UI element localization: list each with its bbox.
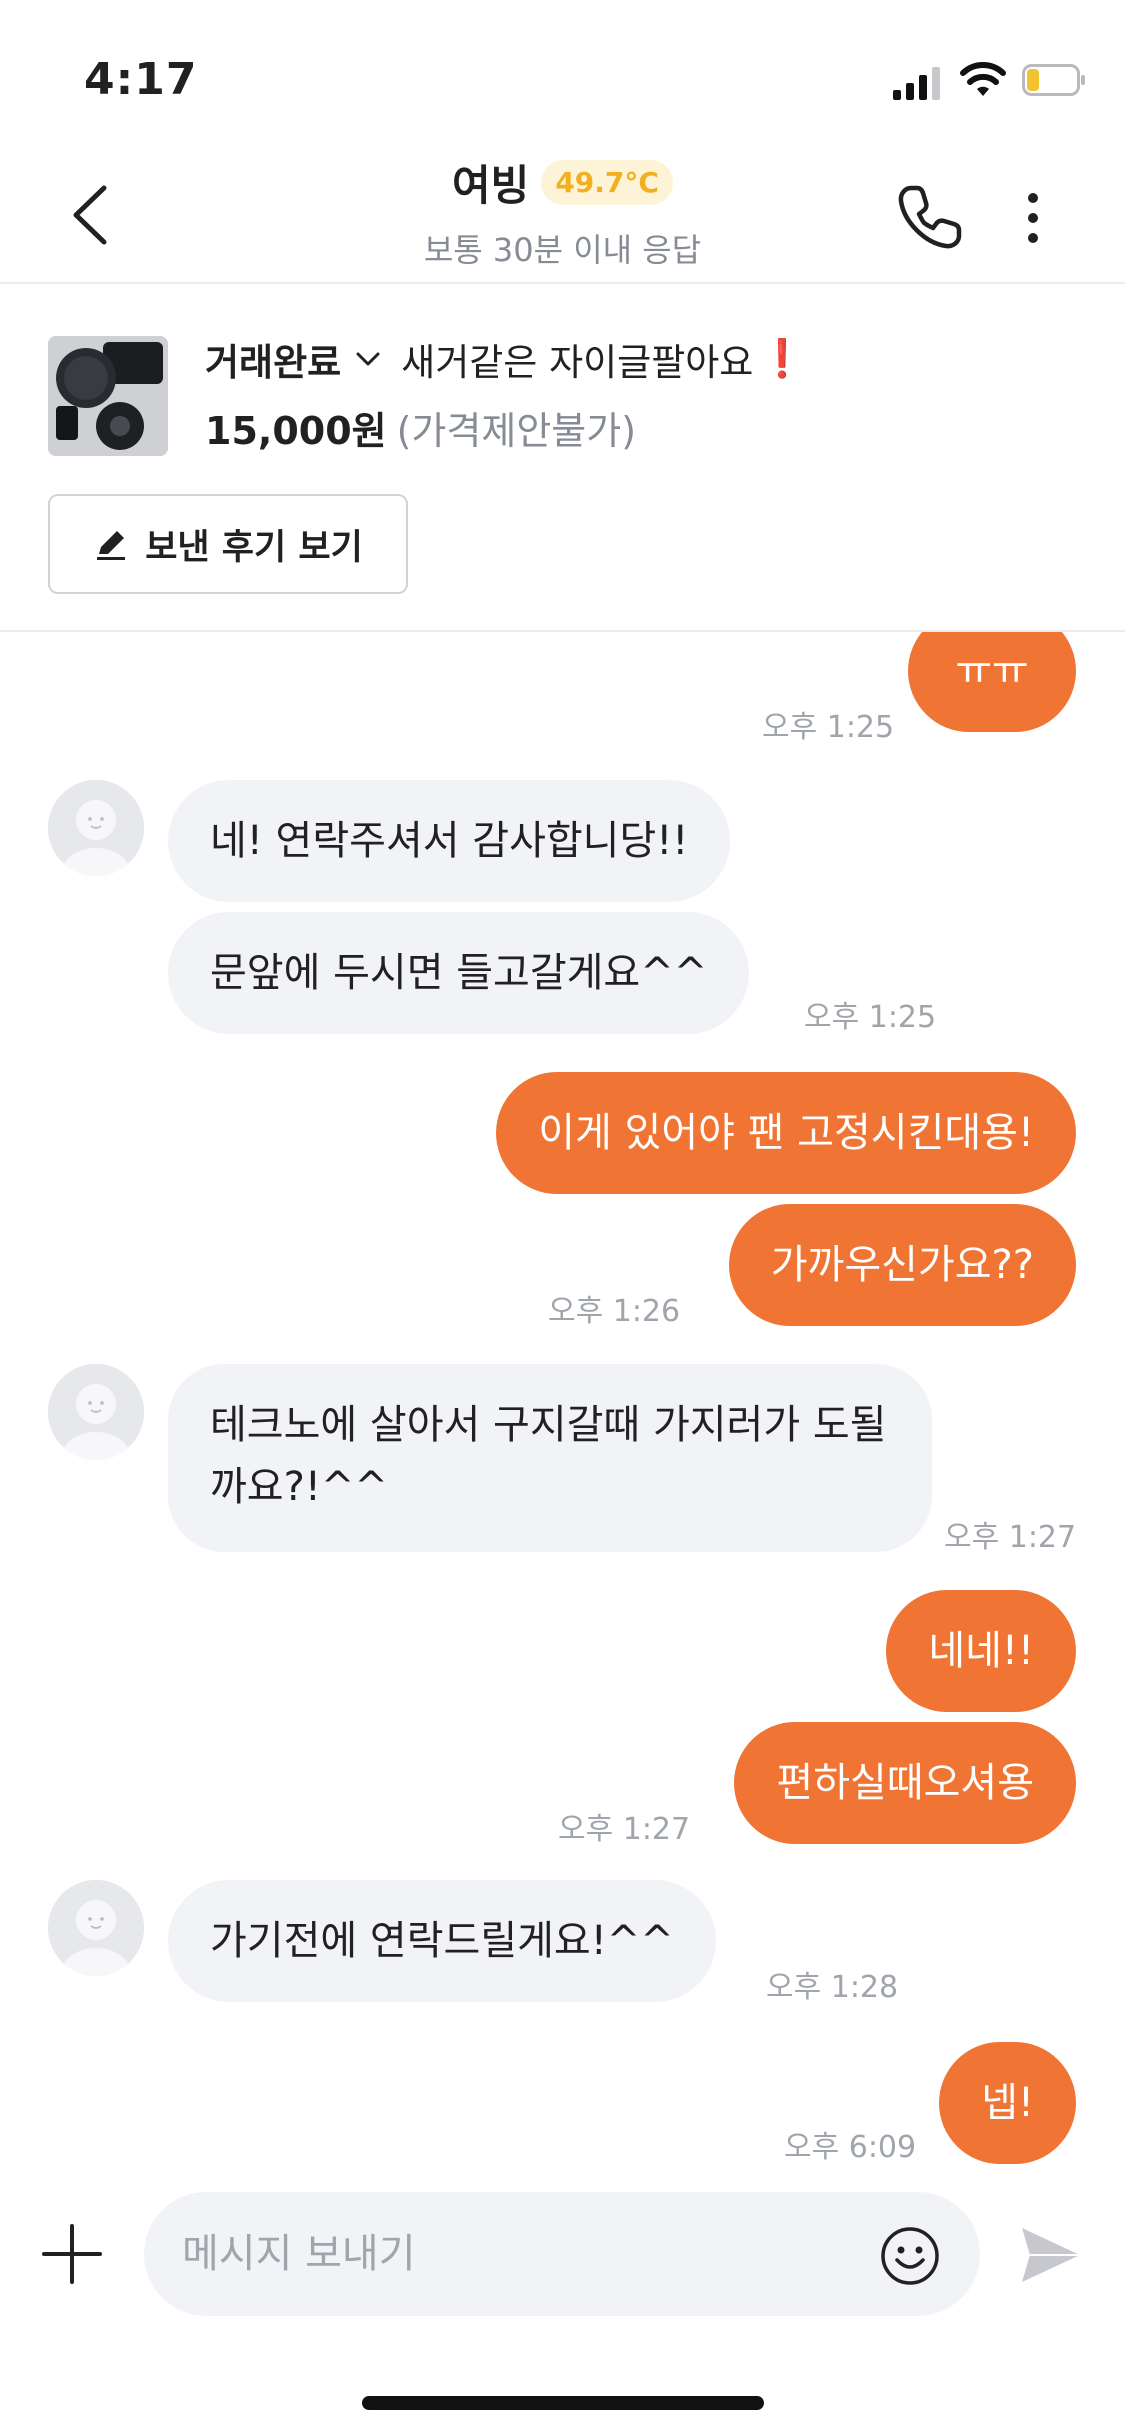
product-thumbnail[interactable]: [48, 336, 168, 456]
partner-name: 여빙: [452, 161, 530, 210]
message-bubble-outgoing[interactable]: 넵!: [939, 2042, 1076, 2164]
message-input[interactable]: [144, 2192, 980, 2316]
status-bar: 4:17: [0, 0, 1125, 140]
product-price: 15,000원: [205, 409, 387, 453]
partner-avatar[interactable]: [48, 1364, 144, 1460]
chevron-down-icon[interactable]: [353, 344, 383, 374]
message-bubble-outgoing[interactable]: 가까우신가요??: [728, 1204, 1076, 1326]
message-bubble-outgoing[interactable]: 네네!!: [886, 1590, 1076, 1712]
exclamation-icon: ❗: [759, 337, 806, 380]
message-time: 오후 1:28: [766, 1970, 899, 2005]
product-title: 새거같은 자이글팔아요: [401, 341, 754, 384]
message-bubble-incoming[interactable]: 테크노에 살아서 구지갈때 가지러가 도될까요?!^^: [168, 1364, 932, 1552]
wifi-icon: [960, 62, 1006, 96]
chat-messages[interactable]: ㅠㅠ 오후 1:25 네! 연락주셔서 감사합니당!! 문앞에 두시면 들고갈게…: [0, 632, 1125, 2172]
pencil-icon: [97, 531, 126, 560]
product-line-2: 15,000원 (가격제안불가): [205, 400, 636, 455]
phone-icon[interactable]: [895, 182, 965, 252]
message-time: 오후 1:27: [944, 1520, 1077, 1555]
review-button-label: 보낸 후기 보기: [145, 527, 363, 568]
message-bubble-outgoing[interactable]: ㅠㅠ: [908, 632, 1076, 732]
product-line-1: 거래완료 새거같은 자이글팔아요 ❗: [205, 332, 805, 386]
message-time: 오후 1:25: [804, 1000, 937, 1035]
emoji-icon[interactable]: [880, 2226, 940, 2286]
plus-icon[interactable]: [40, 2222, 104, 2286]
message-bubble-incoming[interactable]: 문앞에 두시면 들고갈게요^^: [168, 912, 750, 1034]
message-bubble-outgoing[interactable]: 이게 있어야 팬 고정시킨대용!: [496, 1072, 1076, 1194]
trade-status[interactable]: 거래완료: [205, 332, 341, 386]
message-time: 오후 6:09: [784, 2130, 917, 2165]
cellular-signal-icon: [893, 67, 940, 100]
status-time: 4:17: [84, 54, 198, 105]
home-indicator: [362, 2396, 764, 2410]
battery-icon: [1022, 64, 1085, 96]
message-bubble-incoming[interactable]: 네! 연락주셔서 감사합니당!!: [168, 780, 731, 902]
manner-temperature-badge: 49.7°C: [541, 160, 673, 205]
partner-avatar[interactable]: [48, 1880, 144, 1976]
message-bubble-outgoing[interactable]: 편하실때오셔용: [734, 1722, 1076, 1844]
message-time: 오후 1:26: [548, 1294, 681, 1329]
view-sent-review-button[interactable]: 보낸 후기 보기: [48, 494, 408, 594]
message-bubble-incoming[interactable]: 가기전에 연락드릴게요!^^: [168, 1880, 716, 2002]
more-options-icon[interactable]: [1015, 188, 1051, 248]
message-time: 오후 1:27: [558, 1812, 691, 1847]
message-input-bar: [0, 2172, 1125, 2332]
partner-avatar[interactable]: [48, 780, 144, 876]
price-note: (가격제안불가): [396, 409, 637, 453]
send-icon[interactable]: [1018, 2222, 1084, 2288]
message-time: 오후 1:25: [762, 710, 895, 745]
product-card: 거래완료 새거같은 자이글팔아요 ❗ 15,000원 (가격제안불가) 보낸 후기…: [0, 284, 1125, 632]
chat-header: 여빙 49.7°C 보통 30분 이내 응답: [0, 140, 1125, 284]
